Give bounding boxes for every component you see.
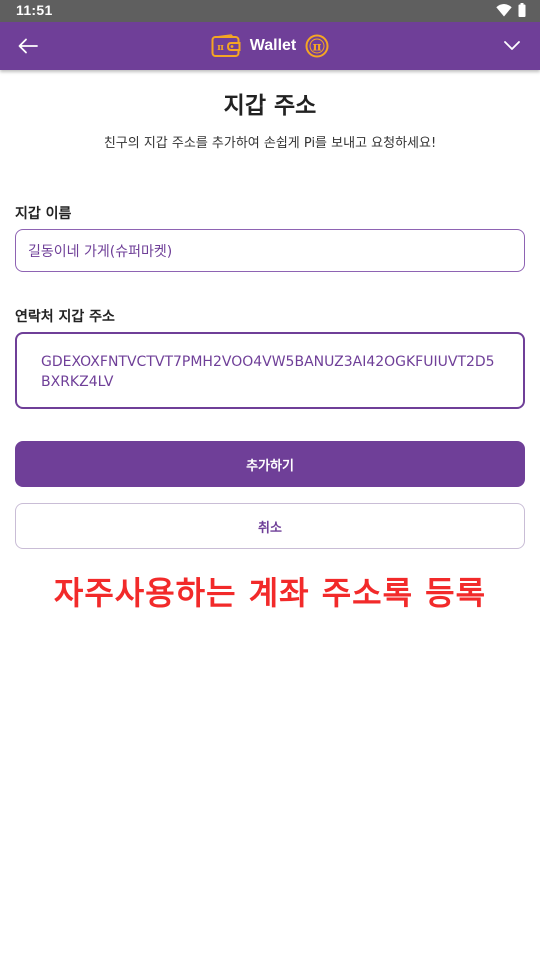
svg-text:π: π: [313, 40, 322, 54]
wifi-icon: [496, 4, 512, 17]
app-bar: π Wallet π: [0, 22, 540, 70]
svg-text:π: π: [217, 43, 224, 53]
page-title: 지갑 주소: [223, 93, 317, 119]
battery-icon: [518, 3, 526, 17]
pi-coin-icon: π: [305, 34, 329, 58]
wallet-icon: π: [211, 34, 241, 57]
contact-address-input[interactable]: GDEXOXFNTVCTVT7PMH2VOO4VW5BANUZ3AI42OGKF…: [15, 332, 525, 409]
wallet-name-input[interactable]: [15, 229, 525, 272]
caption-text: 자주사용하는 계좌 주소록 등록: [53, 574, 487, 612]
wallet-name-label: 지갑 이름: [15, 206, 72, 222]
page-subtitle: 친구의 지갑 주소를 추가하여 손쉽게 Pi를 보내고 요청하세요!: [103, 136, 437, 151]
chevron-down-icon: [504, 41, 520, 50]
status-icons: [496, 3, 526, 17]
status-time: 11:51: [16, 2, 53, 18]
contact-address-label: 연락처 지갑 주소: [15, 309, 115, 325]
app-title: Wallet: [249, 37, 297, 54]
status-bar: 11:51: [0, 0, 540, 22]
expand-button[interactable]: [496, 30, 528, 62]
app-title-group: π Wallet π: [0, 22, 540, 70]
add-button[interactable]: 추가하기: [15, 441, 525, 487]
cancel-button[interactable]: 취소: [15, 503, 525, 549]
